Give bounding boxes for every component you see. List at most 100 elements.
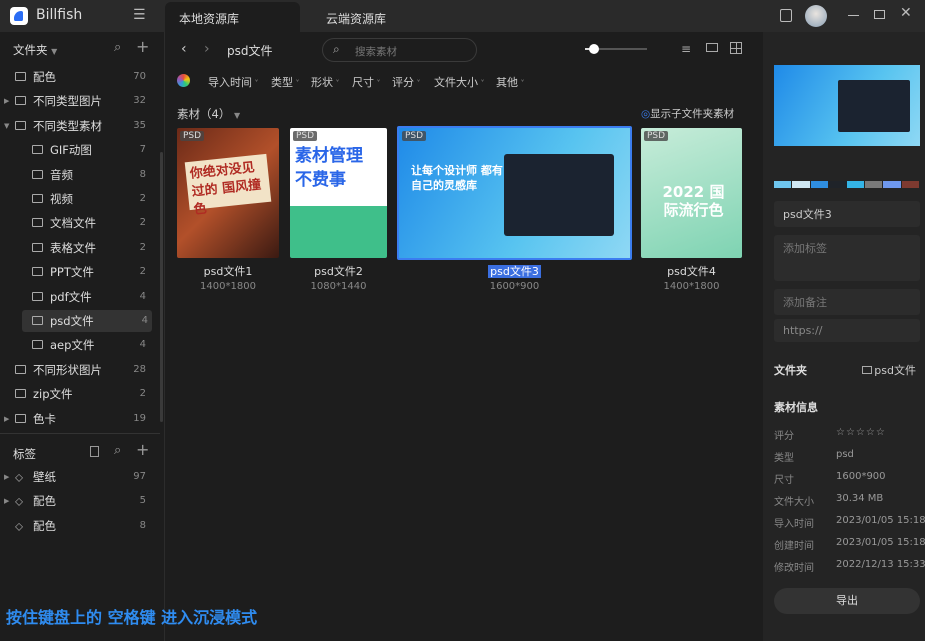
folder-label: pdf文件 [50, 289, 92, 304]
asset-name-highlight: psd文件3 [488, 265, 541, 278]
filter-dropdown[interactable]: 导入时间 ˅ [208, 74, 259, 90]
expand-arrow-icon[interactable]: ▶ [4, 490, 9, 512]
tags-field[interactable]: 添加标签 [774, 235, 920, 281]
maximize-button[interactable] [874, 10, 885, 19]
tag-icon: ⬦ [15, 494, 24, 509]
panel-toggle-icon[interactable] [780, 9, 792, 22]
info-key: 类型 [774, 453, 794, 464]
asset-name-selected[interactable]: psd文件3 [397, 263, 632, 279]
sidebar-folder-item[interactable]: pdf文件 4 [0, 286, 160, 308]
palette-swatch[interactable] [792, 181, 810, 188]
folder-count: 70 [133, 71, 146, 82]
folder-icon [32, 242, 43, 252]
sidebar-folder-item[interactable]: aep文件 4 [0, 334, 160, 356]
url-field[interactable]: https:// [774, 319, 920, 342]
sidebar-folder-item[interactable]: psd文件 4 [22, 310, 152, 332]
sidebar-folder-item[interactable]: 视频 2 [0, 188, 160, 210]
sidebar-tag-item[interactable]: ⬦ 配色 8 [0, 515, 160, 537]
tag-search-icon[interactable]: ⌕ [114, 443, 121, 458]
folders-title[interactable]: 文件夹 ▼ [13, 42, 57, 58]
sidebar-scrollbar[interactable] [160, 152, 163, 422]
export-button[interactable]: 导出 [774, 588, 920, 614]
view-mode-icon[interactable] [706, 43, 718, 52]
asset-dimensions: 1400*1800 [663, 281, 720, 292]
palette-swatch[interactable] [829, 181, 847, 188]
sidebar-tag-item[interactable]: ▶ ⬦ 壁纸 97 [0, 466, 160, 488]
palette-swatch[interactable] [864, 181, 883, 188]
expand-arrow-icon[interactable]: ▶ [4, 466, 9, 488]
forward-button[interactable]: › [204, 41, 210, 57]
sidebar-folder-item[interactable]: 配色 70 [0, 66, 160, 88]
tab-cloud-library[interactable]: 云端资源库 [312, 2, 400, 32]
folder-icon [862, 366, 873, 374]
filter-dropdown[interactable]: 文件大小 ˅ [434, 74, 485, 90]
info-value: 2023/01/05 15:18 [836, 515, 925, 526]
rating-stars[interactable]: ☆☆☆☆☆ [836, 427, 886, 438]
filter-dropdown[interactable]: 其他 ˅ [496, 74, 525, 90]
content-title[interactable]: 素材（4） ▼ [177, 106, 240, 122]
palette-swatch[interactable] [846, 181, 864, 188]
expand-arrow-icon[interactable]: ▼ [4, 115, 9, 137]
close-button[interactable]: ✕ [900, 5, 912, 21]
search-input[interactable]: ⌕ 搜索素材 [322, 38, 477, 62]
sidebar-folder-item[interactable]: 音频 8 [0, 164, 160, 186]
folder-count: 35 [133, 119, 146, 131]
sidebar-folder-item[interactable]: 文档文件 2 [0, 212, 160, 234]
search-icon[interactable]: ⌕ [114, 40, 121, 55]
add-folder-icon[interactable]: + [136, 37, 149, 56]
sidebar-folder-item[interactable]: ▶ 不同类型图片 32 [0, 90, 160, 112]
folder-label: 文件夹 [774, 364, 807, 377]
folder-icon [32, 194, 43, 203]
sidebar-folder-item[interactable]: ▼ 不同类型素材 35 [0, 115, 160, 137]
avatar[interactable] [805, 5, 827, 27]
folder-link[interactable]: psd文件 [862, 362, 916, 378]
layout-icon[interactable] [730, 42, 742, 54]
bookmark-icon[interactable] [90, 446, 99, 457]
artwork-text: 素材管理 不费事 [295, 146, 363, 190]
info-value: 1600*900 [836, 471, 886, 482]
sidebar-folder-item[interactable]: zip文件 2 [0, 383, 160, 405]
sort-icon[interactable]: ≡ [681, 42, 691, 56]
note-field[interactable]: 添加备注 [774, 289, 920, 315]
folder-label: 表格文件 [50, 240, 96, 255]
palette-swatch[interactable] [883, 181, 901, 188]
palette-swatch[interactable] [901, 181, 919, 188]
sidebar-folder-item[interactable]: ▶ 色卡 19 [0, 408, 160, 430]
breadcrumb: psd文件 [227, 44, 273, 58]
psd-badge: PSD [293, 131, 318, 141]
show-subfolder-toggle[interactable]: ◎显示子文件夹素材 [641, 106, 734, 121]
add-tag-icon[interactable]: + [136, 440, 149, 459]
filter-dropdown[interactable]: 形状 ˅ [311, 74, 340, 90]
tab-local-library[interactable]: 本地资源库 [165, 2, 300, 32]
palette-swatch[interactable] [774, 181, 792, 188]
filter-dropdown[interactable]: 尺寸 ˅ [352, 74, 381, 90]
sidebar-folder-item[interactable]: PPT文件 2 [0, 261, 160, 283]
zoom-slider[interactable] [585, 44, 647, 54]
name-field[interactable]: psd文件3 [774, 201, 920, 227]
palette-swatch[interactable] [810, 181, 829, 188]
filter-dropdown[interactable]: 评分 ˅ [392, 74, 421, 90]
asset-thumbnail[interactable]: 素材管理 不费事 PSD [290, 128, 387, 258]
menu-icon[interactable]: ☰ [133, 7, 146, 23]
expand-arrow-icon[interactable]: ▶ [4, 90, 9, 112]
filter-dropdown[interactable]: 类型 ˅ [271, 74, 300, 90]
expand-arrow-icon[interactable]: ▶ [4, 408, 9, 430]
folder-label: 不同类型图片 [33, 94, 102, 109]
detail-panel: psd文件3 添加标签 添加备注 https:// 文件夹 psd文件 素材信息… [763, 32, 925, 641]
sidebar-folder-item[interactable]: 表格文件 2 [0, 237, 160, 259]
color-filter[interactable] [177, 74, 190, 87]
asset-thumbnail[interactable]: 你绝对没见过的 国风撞色 PSD [177, 128, 279, 258]
sidebar-folder-item[interactable]: GIF动图 7 [0, 139, 160, 161]
sidebar-folder-item[interactable]: 不同形状图片 28 [0, 359, 160, 381]
folder-icon [15, 389, 26, 399]
asset-thumbnail-selected[interactable]: 让每个设计师 都有自己的灵感库 PSD [397, 126, 632, 260]
folder-count: 2 [139, 266, 146, 278]
asset-dimensions: 1080*1440 [310, 281, 367, 292]
asset-thumbnail[interactable]: 2022 国际流行色 PSD [641, 128, 742, 258]
folder-value: psd文件 [874, 364, 916, 377]
minimize-button[interactable] [848, 15, 859, 16]
tag-count: 5 [139, 495, 146, 507]
sidebar-tag-item[interactable]: ▶ ⬦ 配色 5 [0, 490, 160, 512]
back-button[interactable]: ‹ [181, 41, 187, 57]
folder-icon [32, 145, 43, 155]
